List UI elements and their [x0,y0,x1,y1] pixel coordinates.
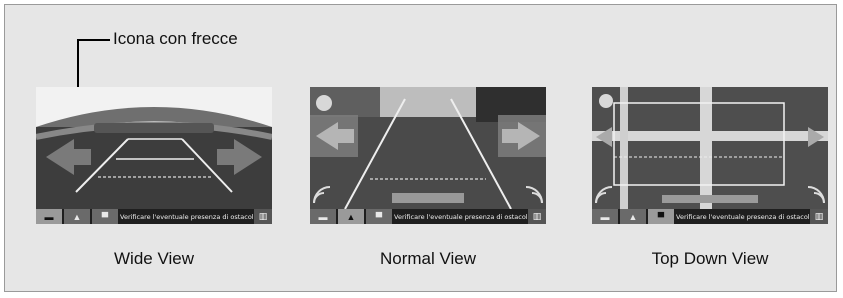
callout-leader-horizontal [77,39,110,41]
obstacle-warning-text: Verificare l'eventuale presenza di ostac… [120,212,254,221]
wide-view-caption: Wide View [114,249,194,268]
wide-view-mode-button[interactable]: ▬ [592,209,618,224]
wide-view-mode-button[interactable]: ▬ [310,209,336,224]
normal-view-caption: Normal View [379,249,477,268]
normal-view-mode-button[interactable]: ▲ [620,209,646,224]
normal-view-camera-image [310,87,546,210]
normal-view-toolbar: ▬ ▲ ▀ Verificare l'eventuale presenza di… [310,209,546,224]
normal-view-screen: ▬ ▲ ▀ Verificare l'eventuale presenza di… [310,87,546,224]
top-view-mode-button[interactable]: ▀ [366,209,392,224]
wide-view-mode-button[interactable]: ▬ [36,209,62,224]
sensor-toggle-button[interactable]: ▥ [810,209,828,224]
sensor-toggle-button[interactable]: ▥ [254,209,272,224]
sensor-toggle-button[interactable]: ▥ [528,209,546,224]
top-view-mode-button[interactable]: ▀ [92,209,118,224]
wide-view-toolbar: ▬ ▲ ▀ Verificare l'eventuale presenza di… [36,209,272,224]
wide-view-screen: ▬ ▲ ▀ Verificare l'eventuale presenza di… [36,87,272,224]
top-down-view-camera-image [592,87,828,209]
normal-view-mode-button[interactable]: ▲ [64,209,90,224]
wide-view-camera-image [36,87,272,209]
top-down-view-toolbar: ▬ ▲ ▀ Verificare l'eventuale presenza di… [592,209,828,224]
obstacle-warning-text: Verificare l'eventuale presenza di ostac… [394,212,528,221]
figure-panel: Icona con frecce ▬ ▲ ▀ Verificare l'even [4,4,837,292]
top-down-view-screen: ▬ ▲ ▀ Verificare l'eventuale presenza di… [592,87,828,224]
callout-label: Icona con frecce [113,29,238,48]
top-view-mode-button[interactable]: ▀ [648,209,674,224]
obstacle-warning-text: Verificare l'eventuale presenza di ostac… [676,212,810,221]
normal-view-mode-button[interactable]: ▲ [338,209,364,224]
top-down-view-caption: Top Down View [651,249,769,268]
